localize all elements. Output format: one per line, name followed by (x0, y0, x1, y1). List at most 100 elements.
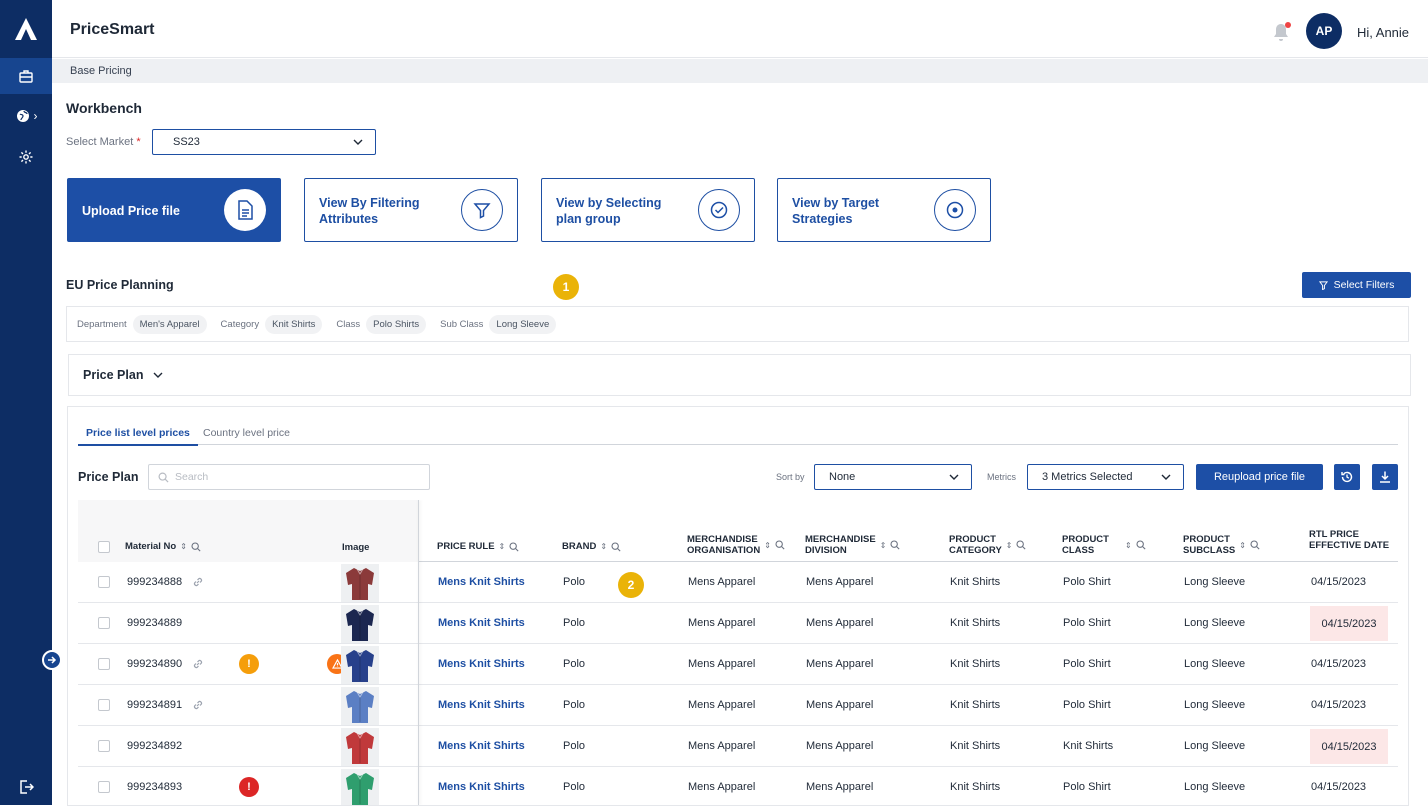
reupload-price-file-button[interactable]: Reupload price file (1196, 464, 1323, 490)
sort-select[interactable]: None (814, 464, 972, 490)
filter-chip: Men's Apparel (132, 314, 207, 334)
header-product-class[interactable]: PRODUCT CLASS ⇕ (1062, 534, 1146, 556)
merch-div-cell: Mens Apparel (806, 617, 874, 629)
search-icon (1250, 540, 1260, 550)
alert-exclamation-icon[interactable]: ! (239, 654, 259, 674)
avatar[interactable]: AP (1306, 13, 1342, 49)
material-no: 999234893 (127, 781, 183, 793)
rtl-date-cell: 04/15/2023 (1321, 617, 1377, 630)
header-merch-org[interactable]: MERCHANDISE ORGANISATION ⇕ (687, 534, 785, 556)
grid-header: Material No ⇕ Image PRICE RULE ⇕ BRAND ⇕ ME… (78, 500, 1398, 562)
price-rule-link[interactable]: Mens Knit Shirts (438, 576, 525, 588)
card-label: View by Selecting plan group (556, 196, 662, 226)
sidebar-item-global[interactable]: › (0, 98, 52, 134)
header-brand[interactable]: BRAND ⇕ (562, 541, 621, 552)
metrics-value: 3 Metrics Selected (1042, 471, 1133, 483)
search-icon (611, 541, 621, 552)
price-rule-link[interactable]: Mens Knit Shirts (438, 617, 525, 629)
metrics-select[interactable]: 3 Metrics Selected (1027, 464, 1184, 490)
rtl-date-cell: 04/15/2023 (1311, 781, 1367, 793)
merch-org-cell: Mens Apparel (688, 658, 756, 670)
view-by-filtering-card[interactable]: View By Filtering Attributes (304, 178, 518, 242)
rtl-date-cell: 04/15/2023 (1311, 658, 1367, 670)
table-row[interactable]: 999234889 Mens Knit Shirts Polo Mens Appare… (78, 603, 1398, 644)
history-button[interactable] (1334, 464, 1360, 490)
row-checkbox[interactable] (98, 781, 110, 793)
row-checkbox[interactable] (98, 740, 110, 752)
select-filters-label: Select Filters (1333, 279, 1395, 291)
search-icon (890, 540, 900, 550)
link-icon[interactable] (192, 658, 204, 670)
top-bar: PriceSmart AP Hi, Annie (52, 0, 1428, 58)
filter-chip: Knit Shirts (265, 314, 323, 334)
product-image (341, 646, 379, 684)
target-icon (934, 189, 976, 231)
filter-icon (1318, 280, 1328, 290)
header-merch-div[interactable]: MERCHANDISE DIVISION ⇕ (805, 534, 900, 556)
market-label: Select Market * (66, 136, 141, 148)
link-icon[interactable] (192, 576, 204, 588)
price-rule-link[interactable]: Mens Knit Shirts (438, 740, 525, 752)
select-filters-button[interactable]: Select Filters (1302, 272, 1411, 298)
tab-bar: Price list level prices Country level pr… (78, 420, 1398, 446)
user-greeting: Hi, Annie (1357, 25, 1410, 40)
shirt-image (346, 609, 374, 641)
material-no: 999234889 (127, 617, 183, 629)
search-input[interactable]: Search (148, 464, 430, 490)
row-checkbox[interactable] (98, 617, 110, 629)
header-product-subclass[interactable]: PRODUCT SUBCLASS ⇕ (1183, 534, 1260, 556)
price-rule-link[interactable]: Mens Knit Shirts (438, 658, 525, 670)
market-select[interactable]: SS23 (152, 129, 376, 155)
pinned-column-divider (418, 500, 419, 805)
table-row[interactable]: 999234891 Mens Knit Shirts Polo Mens Appare… (78, 685, 1398, 726)
row-checkbox[interactable] (98, 699, 110, 711)
header-price-rule[interactable]: PRICE RULE ⇕ (437, 541, 519, 552)
table-row[interactable]: 999234892 Mens Knit Shirts Polo Mens Appare… (78, 726, 1398, 767)
sidebar-expand-button[interactable] (42, 650, 62, 670)
row-checkbox[interactable] (98, 658, 110, 670)
product-subclass-cell: Long Sleeve (1184, 781, 1246, 793)
search-icon (1016, 540, 1027, 550)
filter-icon (461, 189, 503, 231)
sort-icon: ⇕ (879, 540, 887, 550)
market-select-value: SS23 (173, 136, 200, 148)
header-rtl-price-date[interactable]: RTL PRICE EFFECTIVE DATE (1309, 529, 1389, 551)
row-checkbox[interactable] (98, 576, 110, 588)
tab-price-list-level[interactable]: Price list level prices (78, 427, 198, 446)
header-product-category[interactable]: PRODUCT CATEGORY ⇕ (949, 534, 1027, 556)
merch-div-cell: Mens Apparel (806, 576, 874, 588)
product-image (341, 769, 379, 805)
sidebar-item-settings[interactable] (0, 139, 52, 175)
select-all-checkbox[interactable] (98, 541, 110, 553)
product-image (341, 605, 379, 643)
tab-country-level[interactable]: Country level price (203, 427, 290, 439)
search-icon (509, 541, 519, 552)
search-placeholder: Search (175, 471, 209, 483)
upload-price-file-card[interactable]: Upload Price file (67, 178, 281, 242)
header-material-no[interactable]: Material No ⇕ (125, 541, 201, 552)
sidebar-item-workbench[interactable] (0, 58, 52, 94)
search-icon (158, 472, 169, 483)
table-row[interactable]: 999234888 Mens Knit Shirts Polo Mens Appare… (78, 562, 1398, 603)
product-category-cell: Knit Shirts (950, 699, 1001, 711)
material-no: 999234890 (127, 658, 183, 670)
chevron-down-icon (949, 474, 959, 480)
view-by-target-strategies-card[interactable]: View by Target Strategies (777, 178, 991, 242)
sidebar-item-logout[interactable] (0, 769, 52, 805)
table-row[interactable]: 999234893! Mens Knit Shirts Polo Mens Appar… (78, 767, 1398, 805)
download-button[interactable] (1372, 464, 1398, 490)
metrics-label: Metrics (987, 472, 1016, 482)
price-plan-accordion[interactable]: Price Plan (68, 354, 1411, 396)
table-row[interactable]: 999234890! Mens Knit Shirts Polo Mens Appar… (78, 644, 1398, 685)
price-rule-link[interactable]: Mens Knit Shirts (438, 699, 525, 711)
price-rule-link[interactable]: Mens Knit Shirts (438, 781, 525, 793)
arrow-right-icon (48, 656, 57, 664)
logout-icon (20, 780, 34, 794)
alert-exclamation-icon[interactable]: ! (239, 777, 259, 797)
link-icon[interactable] (192, 699, 204, 711)
view-by-plan-group-card[interactable]: View by Selecting plan group (541, 178, 755, 242)
check-circle-icon (698, 189, 740, 231)
merch-div-cell: Mens Apparel (806, 699, 874, 711)
product-category-cell: Knit Shirts (950, 740, 1001, 752)
step-badge: 1 (553, 274, 579, 300)
